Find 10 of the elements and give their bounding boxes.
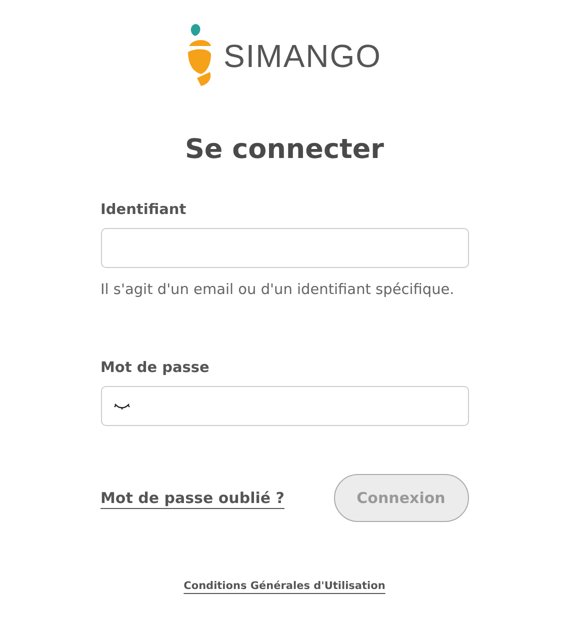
closed-eye-icon[interactable]: [114, 402, 130, 410]
page-title: Se connecter: [184, 134, 385, 166]
help-text: Il s'agit d'un email ou d'un identifiant spécifique.: [100, 281, 456, 300]
terms-link[interactable]: Conditions Générales d'Utilisation: [184, 580, 386, 592]
field-label: Identifiant: [100, 201, 188, 220]
input-field[interactable]: [100, 228, 468, 268]
forgot-password-link[interactable]: Mot de passe oublié ?: [100, 486, 284, 510]
password-field[interactable]: [100, 386, 468, 426]
logo-text: SIMANGO: [223, 37, 382, 76]
field-label: Mot de passe: [100, 359, 210, 378]
